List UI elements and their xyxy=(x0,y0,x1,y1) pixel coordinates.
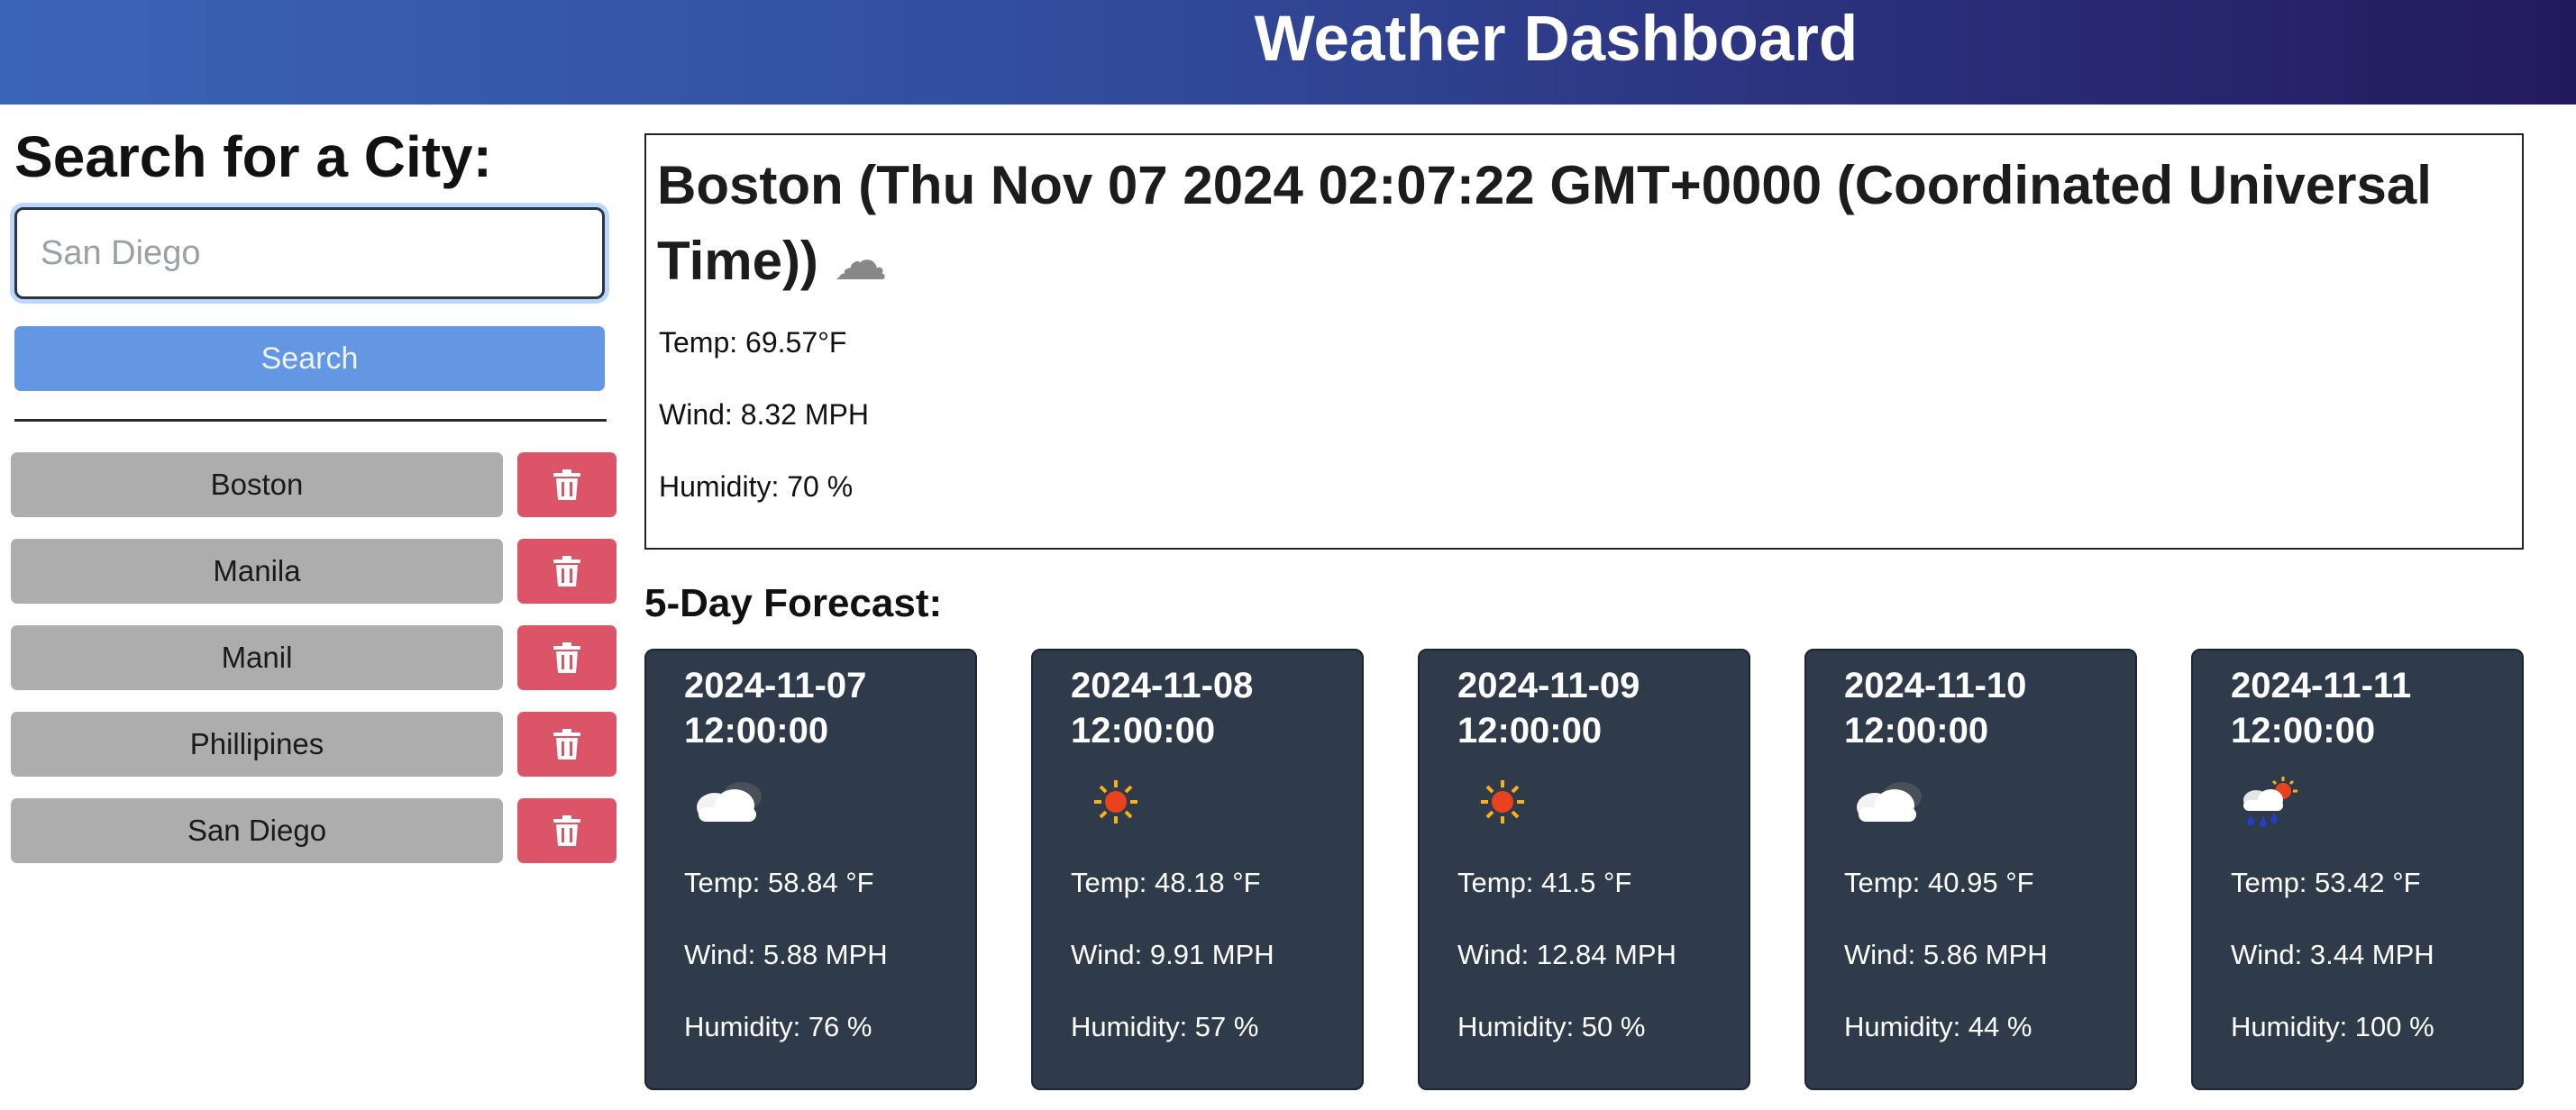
forecast-humidity: Humidity: 44 % xyxy=(1844,1011,2032,1042)
forecast-date: 2024-11-10 12:00:00 xyxy=(1844,666,2027,751)
header-bar: Weather Dashboard xyxy=(0,0,2576,105)
search-heading: Search for a City: xyxy=(14,124,492,189)
trash-icon xyxy=(553,815,580,846)
delete-city-button[interactable] xyxy=(517,625,617,690)
forecast-temp: Temp: 41.5 °F xyxy=(1457,867,1632,898)
history-item: San Diego xyxy=(11,798,617,863)
history-item: Boston xyxy=(11,452,617,517)
cloud-icon xyxy=(688,777,771,839)
delete-city-button[interactable] xyxy=(517,539,617,604)
forecast-card: 2024-11-09 12:00:00 Temp: 41.5 °F Wind: … xyxy=(1418,649,1750,1090)
forecast-wind: Wind: 9.91 MPH xyxy=(1071,939,1274,970)
forecast-date: 2024-11-11 12:00:00 xyxy=(2231,666,2412,751)
trash-icon xyxy=(553,556,580,587)
forecast-temp: Temp: 53.42 °F xyxy=(2231,867,2421,898)
city-search-input[interactable] xyxy=(14,207,605,299)
history-city-button-manila[interactable]: Manila xyxy=(11,539,503,604)
history-item: Manila xyxy=(11,539,617,604)
forecast-card: 2024-11-11 12:00:00 Temp: 53.42 °F Wind:… xyxy=(2191,649,2524,1090)
history-city-button-manil[interactable]: Manil xyxy=(11,625,503,690)
trash-icon xyxy=(553,642,580,673)
rain-sun-icon xyxy=(2234,777,2317,842)
cloud-icon xyxy=(1848,777,1931,839)
forecast-temp: Temp: 40.95 °F xyxy=(1844,867,2034,898)
current-city-date: Boston (Thu Nov 07 2024 02:07:22 GMT+000… xyxy=(657,155,2432,291)
delete-city-button[interactable] xyxy=(517,712,617,777)
history-city-button-san-diego[interactable]: San Diego xyxy=(11,798,503,863)
delete-city-button[interactable] xyxy=(517,452,617,517)
forecast-humidity: Humidity: 76 % xyxy=(684,1011,872,1042)
forecast-humidity: Humidity: 57 % xyxy=(1071,1011,1259,1042)
current-wind: Wind: 8.32 MPH xyxy=(659,398,869,431)
history-item: Phillipines xyxy=(11,712,617,777)
current-temp: Temp: 69.57°F xyxy=(659,326,847,359)
forecast-heading: 5-Day Forecast: xyxy=(644,581,943,625)
current-weather-title: Boston (Thu Nov 07 2024 02:07:22 GMT+000… xyxy=(657,148,2496,299)
forecast-humidity: Humidity: 50 % xyxy=(1457,1011,1646,1042)
forecast-temp: Temp: 58.84 °F xyxy=(684,867,874,898)
current-humidity: Humidity: 70 % xyxy=(659,470,854,503)
forecast-date: 2024-11-09 12:00:00 xyxy=(1457,666,1640,751)
forecast-wind: Wind: 12.84 MPH xyxy=(1457,939,1676,970)
delete-city-button[interactable] xyxy=(517,798,617,863)
search-button[interactable]: Search xyxy=(14,326,605,391)
sun-icon xyxy=(1461,777,1544,839)
forecast-wind: Wind: 3.44 MPH xyxy=(2231,939,2434,970)
forecast-wind: Wind: 5.88 MPH xyxy=(684,939,888,970)
forecast-card: 2024-11-07 12:00:00 Temp: 58.84 °F Wind:… xyxy=(644,649,977,1090)
current-weather-panel: Boston (Thu Nov 07 2024 02:07:22 GMT+000… xyxy=(644,133,2524,550)
forecast-temp: Temp: 48.18 °F xyxy=(1071,867,1261,898)
trash-icon xyxy=(553,469,580,500)
history-city-button-boston[interactable]: Boston xyxy=(11,452,503,517)
forecast-humidity: Humidity: 100 % xyxy=(2231,1011,2434,1042)
trash-icon xyxy=(553,729,580,760)
sun-icon xyxy=(1074,777,1157,839)
sidebar-divider xyxy=(14,419,607,422)
page-title: Weather Dashboard xyxy=(1254,4,1859,75)
forecast-date: 2024-11-07 12:00:00 xyxy=(684,666,867,751)
forecast-card: 2024-11-10 12:00:00 Temp: 40.95 °F Wind:… xyxy=(1804,649,2137,1090)
cloud-icon: ☁ xyxy=(833,230,888,293)
forecast-card: 2024-11-08 12:00:00 Temp: 48.18 °F Wind:… xyxy=(1031,649,1364,1090)
forecast-wind: Wind: 5.86 MPH xyxy=(1844,939,2048,970)
history-item: Manil xyxy=(11,625,617,690)
forecast-date: 2024-11-08 12:00:00 xyxy=(1071,666,1254,751)
history-city-button-phillipines[interactable]: Phillipines xyxy=(11,712,503,777)
